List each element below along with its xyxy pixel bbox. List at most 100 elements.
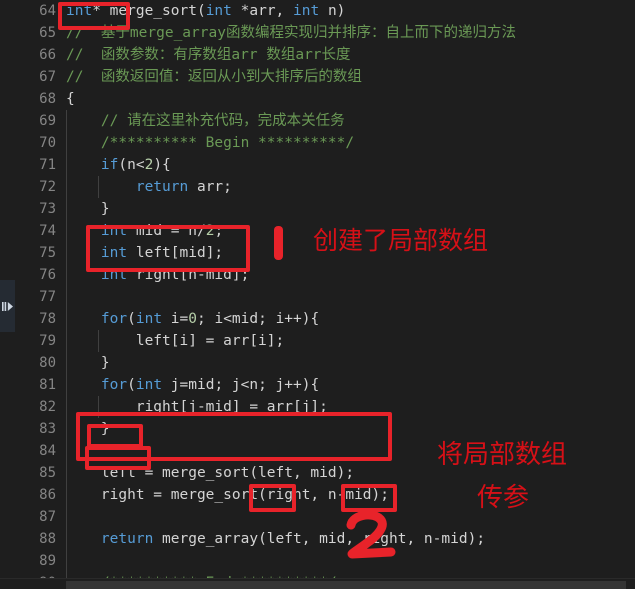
line-number: 81 <box>39 377 56 393</box>
line-number: 69 <box>39 113 56 129</box>
code-text: // 函数参数：有序数组arr 数组arr长度 <box>66 44 351 66</box>
line-number: 72 <box>39 179 56 195</box>
code-token: return <box>135 179 189 195</box>
code-line[interactable]: 64 int* merge_sort(int *arr, int n) <box>0 0 635 22</box>
code-text: right[j-mid] = arr[j]; <box>66 396 328 418</box>
code-line[interactable]: 72 return arr; <box>0 176 635 198</box>
code-token: ; i<mid; i++){ <box>197 311 320 327</box>
code-text: } <box>66 418 110 440</box>
code-line[interactable]: 71 if(n<2){ <box>0 154 635 176</box>
code-line[interactable]: 77 <box>0 286 635 308</box>
code-token: } <box>66 201 110 217</box>
code-token: int <box>205 3 232 19</box>
code-token: int <box>100 223 128 239</box>
code-token: int <box>100 267 128 283</box>
line-number: 71 <box>39 157 56 173</box>
code-text: left = merge_sort(left, mid); <box>66 462 354 484</box>
code-line[interactable]: 76 int right[n-mid]; <box>0 264 635 286</box>
code-content-area[interactable]: 64 int* merge_sort(int *arr, int n) 65 // 基… <box>0 0 635 589</box>
code-token: *arr, <box>231 3 294 19</box>
code-text: int right[n-mid]; <box>66 264 249 286</box>
code-line[interactable]: 85 left = merge_sort(left, mid); <box>0 462 635 484</box>
code-line[interactable]: 80 } <box>0 352 635 374</box>
code-token: if <box>100 157 119 173</box>
line-number: 83 <box>39 421 56 437</box>
code-line[interactable]: 70 /********** Begin **********/ <box>0 132 635 154</box>
code-token: left[mid]; <box>127 245 224 261</box>
code-line[interactable]: 74 int mid = n/2; <box>0 220 635 242</box>
code-text: /********** Begin **********/ <box>66 132 354 154</box>
line-number: 70 <box>39 135 56 151</box>
code-line[interactable]: 79 left[i] = arr[i]; <box>0 330 635 352</box>
code-line[interactable]: 78 for(int i=0; i<mid; i++){ <box>0 308 635 330</box>
line-number: 65 <box>39 25 56 41</box>
line-number: 80 <box>39 355 56 371</box>
code-text: return merge_array(left, mid, right, n-m… <box>66 528 485 550</box>
code-line[interactable]: 89 <box>0 550 635 572</box>
code-token: mid = n/ <box>127 223 206 239</box>
code-token: arr; <box>188 179 232 195</box>
code-token: } <box>66 421 110 437</box>
line-number: 68 <box>39 91 56 107</box>
indent-guide <box>66 440 67 462</box>
code-text: // 请在这里补充代码，完成本关任务 <box>66 110 345 132</box>
expand-arrow-icon[interactable] <box>0 280 15 332</box>
code-line[interactable]: 81 for(int j=mid; j<n; j++){ <box>0 374 635 396</box>
line-number: 82 <box>39 399 56 415</box>
line-number: 86 <box>39 487 56 503</box>
code-text: left[i] = arr[i]; <box>66 330 284 352</box>
code-token: left[i] = arr[i]; <box>66 333 285 349</box>
code-line[interactable]: 86 right = merge_sort(right, n-mid); <box>0 484 635 506</box>
code-text: for(int i=0; i<mid; i++){ <box>66 308 319 330</box>
code-token: /********** Begin **********/ <box>66 135 355 151</box>
code-line[interactable]: 65 // 基于merge_array函数编程实现归并排序：自上而下的递归方法 <box>0 22 635 44</box>
code-token: right[j-mid] = arr[j]; <box>66 399 328 415</box>
code-line[interactable]: 75 int left[mid]; <box>0 242 635 264</box>
code-token: n) <box>319 3 346 19</box>
line-number: 88 <box>39 531 56 547</box>
code-token: 0 <box>188 311 197 327</box>
code-line[interactable]: 82 right[j-mid] = arr[j]; <box>0 396 635 418</box>
code-line[interactable]: 68 { <box>0 88 635 110</box>
horizontal-scrollbar-track[interactable] <box>0 578 635 589</box>
code-line[interactable]: 83 } <box>0 418 635 440</box>
indent-guide <box>66 286 67 308</box>
code-token: ( <box>127 311 136 327</box>
code-line[interactable]: 73 } <box>0 198 635 220</box>
code-token: * merge_sort( <box>92 3 206 19</box>
code-text: } <box>66 198 110 220</box>
code-line[interactable]: 88 return merge_array(left, mid, right, … <box>0 528 635 550</box>
code-token: // 基于merge_array函数编程实现归并排序：自上而下的递归方法 <box>66 25 516 41</box>
line-number: 87 <box>39 509 56 525</box>
code-text: if(n<2){ <box>66 154 171 176</box>
horizontal-scrollbar-thumb[interactable] <box>66 581 626 589</box>
code-text: // 函数返回值：返回从小到大排序后的数组 <box>66 66 362 88</box>
code-editor[interactable]: 64 int* merge_sort(int *arr, int n) 65 // 基… <box>0 0 635 589</box>
code-text: int mid = n/2; <box>66 220 223 242</box>
line-number: 67 <box>39 69 56 85</box>
code-token: int <box>100 245 128 261</box>
line-number: 79 <box>39 333 56 349</box>
code-text: int left[mid]; <box>66 242 223 264</box>
code-token: { <box>66 91 75 107</box>
line-number: 66 <box>39 47 56 63</box>
code-text: // 基于merge_array函数编程实现归并排序：自上而下的递归方法 <box>66 22 516 44</box>
code-token: (n< <box>118 157 145 173</box>
indent-guide <box>66 550 67 572</box>
code-line[interactable]: 67 // 函数返回值：返回从小到大排序后的数组 <box>0 66 635 88</box>
code-token: int <box>135 377 163 393</box>
code-line[interactable]: 84 <box>0 440 635 462</box>
code-text: for(int j=mid; j<n; j++){ <box>66 374 319 396</box>
code-line[interactable]: 87 <box>0 506 635 528</box>
code-token: left = merge_sort(left, mid); <box>66 465 355 481</box>
code-token: j=mid; j<n; j++){ <box>162 377 320 393</box>
code-token: int <box>66 3 93 19</box>
code-line[interactable]: 66 // 函数参数：有序数组arr 数组arr长度 <box>0 44 635 66</box>
code-line[interactable]: 69 // 请在这里补充代码，完成本关任务 <box>0 110 635 132</box>
